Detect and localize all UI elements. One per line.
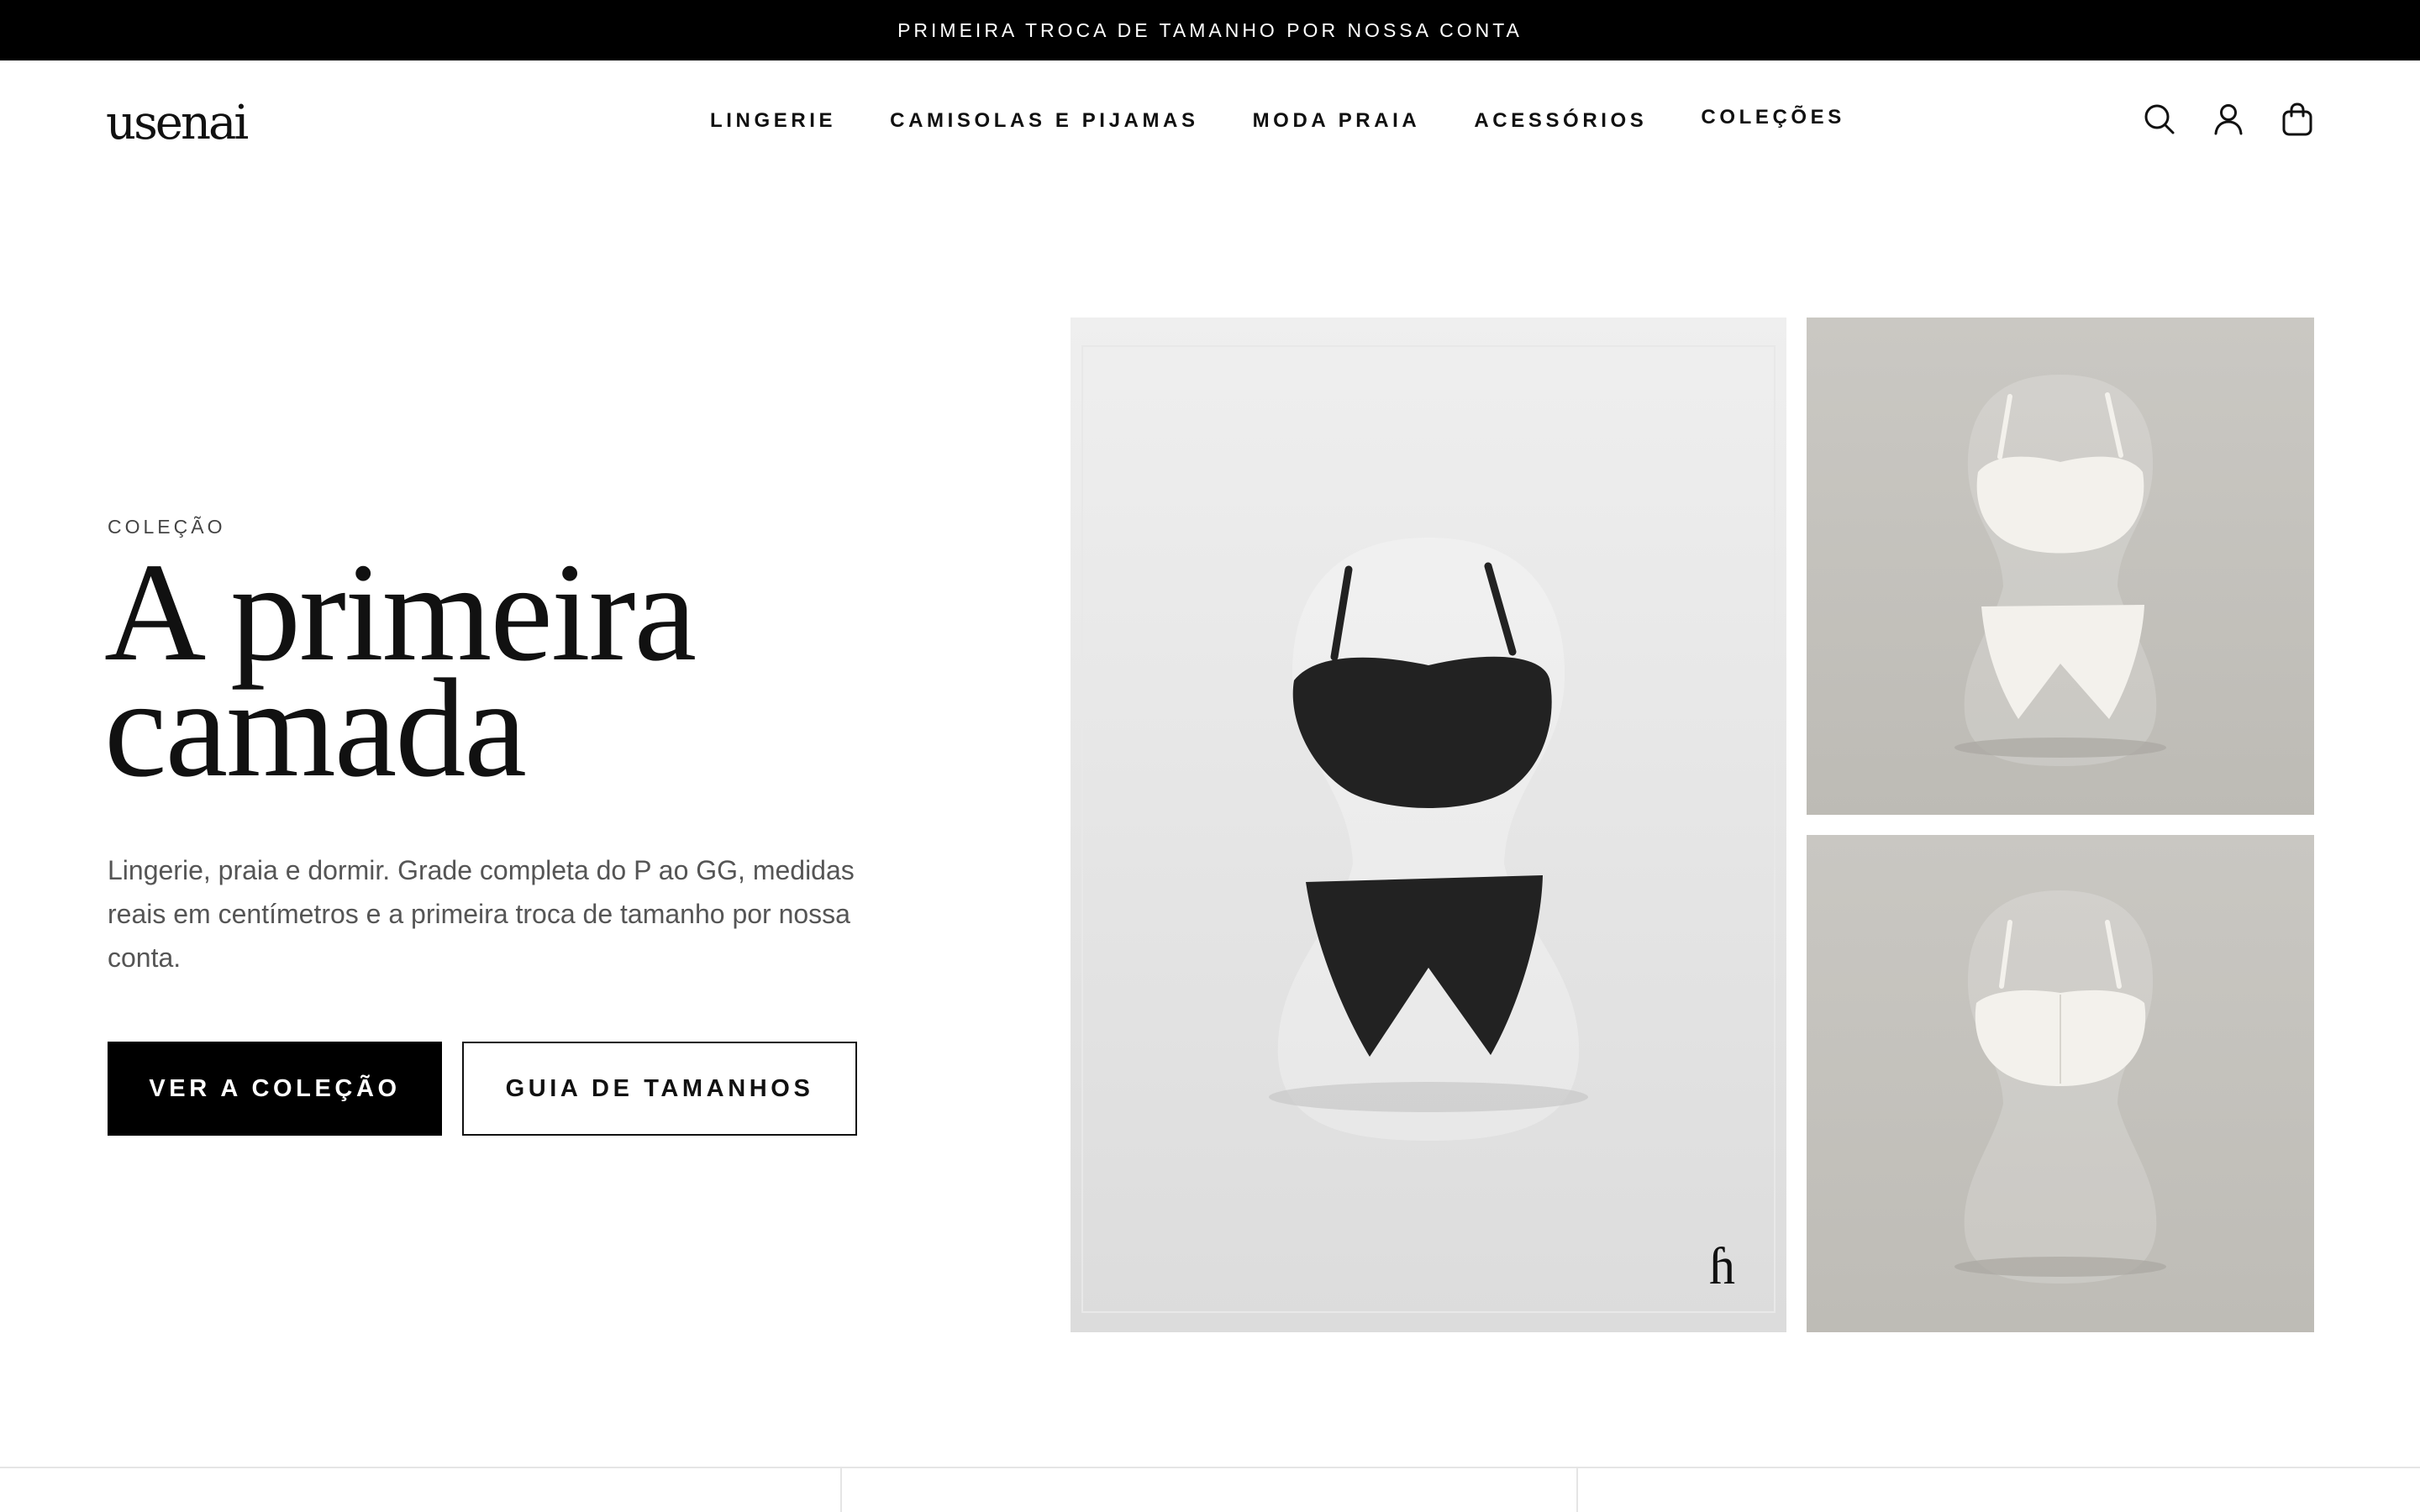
main-nav: LINGERIE CAMISOLAS E PIJAMAS MODA PRAIA … — [710, 106, 1845, 133]
view-collection-button[interactable]: VER A COLEÇÃO — [108, 1042, 442, 1136]
brand-logo[interactable]: usenai — [106, 96, 249, 150]
header-actions — [2143, 102, 2314, 136]
section-divider — [1576, 1468, 1578, 1512]
size-guide-button[interactable]: GUIA DE TAMANHOS — [462, 1042, 857, 1136]
nav-item-moda-praia[interactable]: MODA PRAIA — [1253, 109, 1421, 133]
nav-item-camisolas-e-pijamas[interactable]: CAMISOLAS E PIJAMAS — [890, 109, 1198, 133]
product-image-bottom[interactable] — [1807, 835, 2314, 1332]
hero-main-image[interactable]: ɦ — [1071, 318, 1786, 1332]
hero-headline: A primeira camada — [104, 542, 860, 799]
svg-text:ɦ: ɦ — [1709, 1238, 1735, 1295]
hero-description: Lingerie, praia e dormir. Grade completa… — [108, 855, 855, 973]
announcement-bar: PRIMEIRA TROCA DE TAMANHO POR NOSSA CONT… — [0, 0, 2420, 60]
nav-item-acessorios[interactable]: ACESSÓRIOS — [1474, 109, 1647, 133]
announcement-text: PRIMEIRA TROCA DE TAMANHO POR NOSSA CONT… — [897, 18, 1523, 41]
section-divider — [840, 1468, 842, 1512]
cart-icon[interactable] — [2281, 102, 2314, 136]
site-header: usenai LINGERIE CAMISOLAS E PIJAMAS MODA… — [0, 60, 2420, 183]
account-icon[interactable] — [2212, 102, 2245, 136]
nav-item-lingerie[interactable]: LINGERIE — [710, 109, 836, 133]
hero-headline-line-2: camada — [104, 650, 527, 806]
next-section-strip — [0, 1467, 2420, 1512]
nav-item-colecoes[interactable]: COLEÇÕES — [1701, 106, 1844, 133]
product-image-top[interactable] — [1807, 318, 2314, 815]
search-icon[interactable] — [2143, 102, 2176, 136]
